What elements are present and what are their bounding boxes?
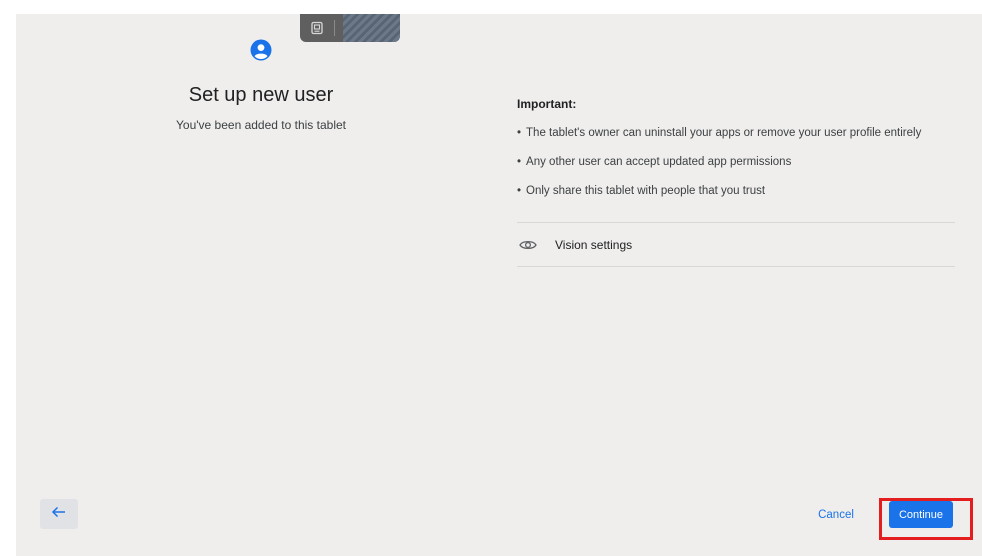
divider-top <box>517 222 955 223</box>
back-button[interactable] <box>40 499 78 529</box>
important-section: Important: • The tablet's owner can unins… <box>517 94 957 213</box>
page-subtitle: You've been added to this tablet <box>176 118 346 132</box>
floating-toolbar[interactable] <box>300 14 400 42</box>
screen-thumbnail[interactable] <box>343 14 400 42</box>
important-heading: Important: <box>517 97 577 111</box>
divider-bottom <box>517 266 955 267</box>
vision-settings-item[interactable]: Vision settings <box>517 224 955 266</box>
list-item: • The tablet's owner can uninstall your a… <box>517 127 922 139</box>
setup-screen: Set up new user You've been added to thi… <box>16 14 982 556</box>
list-item: • Any other user can accept updated app p… <box>517 156 792 168</box>
user-avatar-icon <box>250 39 272 61</box>
screenshot-icon[interactable] <box>300 14 334 42</box>
arrow-back-icon <box>51 505 67 523</box>
list-item: • Only share this tablet with people that… <box>517 185 766 197</box>
continue-button[interactable]: Continue <box>889 501 953 528</box>
page-title: Set up new user <box>188 84 334 106</box>
important-list: • The tablet's owner can uninstall your a… <box>517 126 957 213</box>
vision-settings-label: Vision settings <box>555 238 633 252</box>
eye-icon <box>519 236 537 254</box>
toolbar-divider <box>334 20 335 36</box>
cancel-button[interactable]: Cancel <box>806 503 866 527</box>
